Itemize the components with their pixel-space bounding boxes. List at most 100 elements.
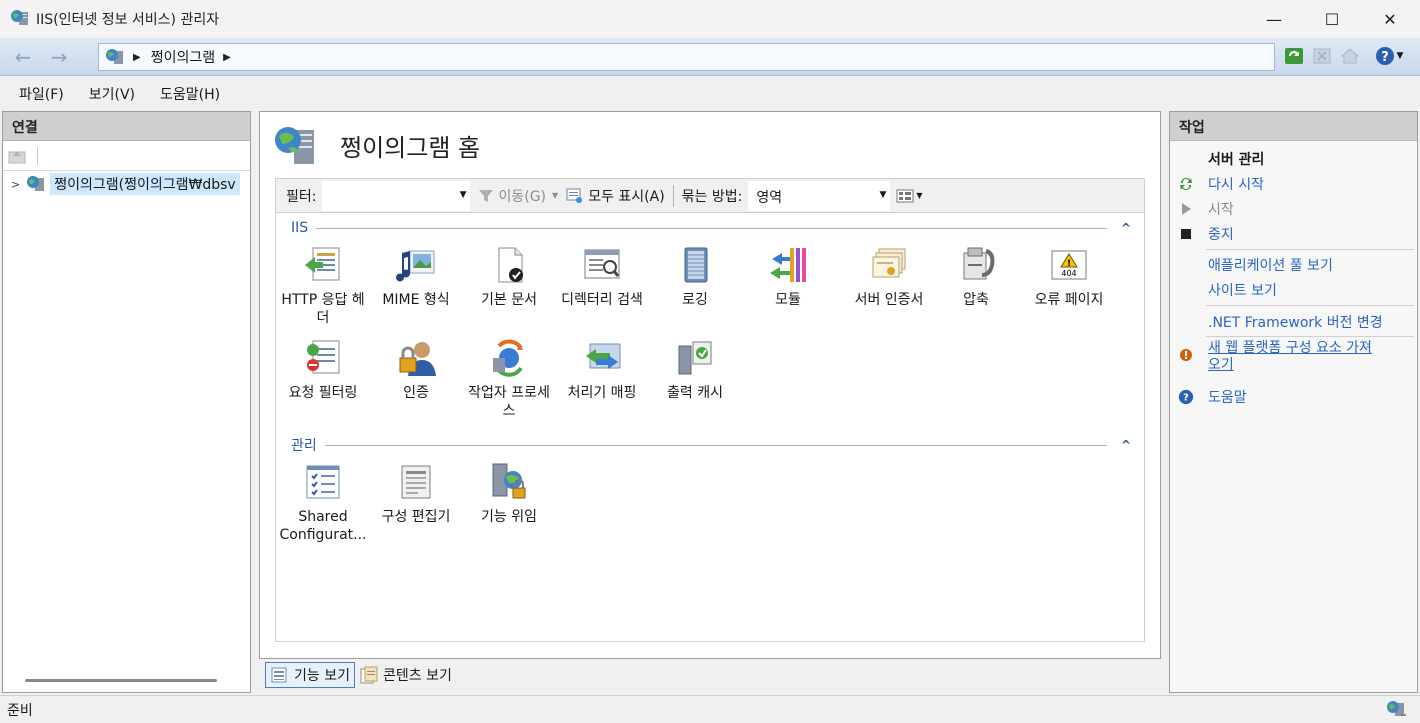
play-icon (1178, 201, 1194, 217)
status-text: 준비 (7, 702, 33, 719)
tab-features-view[interactable]: 기능 보기 (265, 662, 355, 688)
show-all-button[interactable]: 모두 표시(A) (566, 186, 665, 206)
action-label: 시작 (1208, 202, 1234, 218)
collapse-chevron-icon[interactable]: ^ (1121, 438, 1131, 452)
horizontal-scrollbar[interactable] (25, 679, 217, 682)
address-bar[interactable]: ▶ 쩡이의그램 ▶ (98, 43, 1275, 71)
svg-text:404: 404 (1061, 269, 1076, 278)
home-button[interactable] (1339, 45, 1361, 67)
menu-file[interactable]: 파일(F) (19, 84, 64, 104)
action-start[interactable]: 시작 (1178, 199, 1234, 219)
iis-app-icon (11, 10, 28, 25)
feature-http-response-headers[interactable]: HTTP 응답 헤더 (277, 245, 369, 327)
refresh-icon (1285, 48, 1303, 64)
up-folder-icon[interactable] (8, 148, 26, 164)
stop-square-icon (1178, 226, 1194, 242)
filter-label: 필터: (286, 188, 317, 205)
feature-mime-types[interactable]: MIME 형식 (370, 245, 462, 309)
feature-label: 처리기 매핑 (567, 385, 637, 401)
breadcrumb-server[interactable]: 쩡이의그램 (151, 47, 215, 67)
filter-input[interactable]: ▼ (322, 180, 471, 211)
tree-expand-chevron-icon[interactable]: > (11, 178, 20, 191)
chevron-down-icon: ▼ (916, 191, 923, 200)
http-headers-icon (305, 247, 340, 281)
breadcrumb-arrow-icon[interactable]: ▶ (223, 52, 231, 63)
back-button[interactable]: ← (8, 42, 38, 72)
help-icon: ? (1178, 389, 1194, 405)
show-all-label: 모두 표시(A) (588, 188, 665, 205)
feature-modules[interactable]: 모듈 (742, 245, 834, 309)
forward-button[interactable]: → (44, 42, 74, 72)
feature-server-certificates[interactable]: 서버 인증서 (843, 245, 935, 309)
feature-authentication[interactable]: 인증 (370, 338, 462, 402)
action-view-sites[interactable]: 사이트 보기 (1208, 280, 1277, 300)
menu-help[interactable]: 도움말(H) (160, 84, 220, 104)
section-name: 관리 (291, 438, 317, 454)
section-divider (324, 444, 1107, 446)
feature-logging[interactable]: 로깅 (649, 245, 741, 309)
chevron-down-icon[interactable]: ▼ (879, 190, 886, 200)
feature-configuration-editor[interactable]: 구성 편집기 (370, 462, 462, 526)
action-label-continued: 오기 (1208, 357, 1234, 373)
feature-label: Shared Configurat... (279, 509, 367, 543)
logging-icon (684, 247, 708, 283)
breadcrumb-arrow-icon[interactable]: ▶ (133, 52, 141, 63)
maximize-button[interactable]: ☐ (1303, 0, 1361, 38)
authentication-icon (399, 342, 436, 376)
svg-text:?: ? (1381, 50, 1389, 65)
modules-icon (770, 248, 806, 282)
feature-shared-configuration[interactable]: Shared Configurat... (277, 462, 369, 544)
action-get-web-platform[interactable]: 새 웹 플랫폼 구성 요소 가져 오기 (1178, 340, 1372, 374)
svg-text:!: ! (1067, 259, 1071, 269)
action-help[interactable]: ? 도움말 (1178, 387, 1247, 407)
section-iis-header[interactable]: IIS ^ (291, 218, 1131, 238)
group-by-select[interactable]: 영역 ▼ (748, 180, 891, 211)
go-button[interactable]: 이동(G) ▼ (478, 186, 558, 206)
directory-browsing-icon (584, 249, 620, 279)
status-bar: 준비 (0, 695, 1420, 723)
view-mode-button[interactable]: ▼ (896, 188, 923, 204)
feature-delegation[interactable]: 기능 위임 (463, 462, 555, 526)
action-change-net-version[interactable]: .NET Framework 버전 변경 (1208, 312, 1383, 332)
action-stop[interactable]: 중지 (1178, 224, 1234, 244)
feature-directory-browsing[interactable]: 디렉터리 검색 (556, 245, 648, 309)
request-filtering-icon (307, 340, 340, 374)
chevron-down-icon[interactable]: ▼ (460, 190, 467, 200)
close-button[interactable]: ✕ (1361, 0, 1419, 38)
tree-item-server[interactable]: > 쩡이의그램(쩡이의그램₩dbsv (11, 173, 249, 195)
handler-mappings-icon (586, 343, 621, 369)
configuration-editor-icon (401, 465, 431, 499)
feature-worker-processes[interactable]: 작업자 프로세스 (463, 338, 555, 420)
feature-compression[interactable]: 압축 (930, 245, 1022, 309)
tree-item-label[interactable]: 쩡이의그램(쩡이의그램₩dbsv (50, 173, 240, 195)
tab-content-view[interactable]: 콘텐츠 보기 (355, 662, 456, 688)
help-dropdown-button[interactable]: ? ▼ (1373, 45, 1405, 67)
mime-types-icon (396, 250, 435, 282)
feature-output-caching[interactable]: 출력 캐시 (649, 338, 741, 402)
toolbar-divider (37, 147, 38, 165)
stop-icon (1313, 48, 1331, 64)
action-restart[interactable]: 다시 시작 (1178, 174, 1264, 194)
feature-error-pages[interactable]: ! 404 오류 페이지 (1023, 245, 1115, 309)
server-globe-icon (27, 176, 45, 191)
svg-text:?: ? (1183, 393, 1189, 404)
connections-panel: 연결 > 쩡이의그램(쩡이의그램₩dbsv (2, 111, 251, 693)
refresh-button[interactable] (1283, 45, 1305, 67)
feature-label: 구성 편집기 (381, 509, 451, 525)
maximize-icon: ☐ (1324, 9, 1340, 29)
chevron-down-icon: ▼ (1396, 51, 1404, 61)
network-status-icon (1387, 701, 1406, 716)
action-label: .NET Framework 버전 변경 (1208, 315, 1383, 331)
stop-nav-button[interactable] (1311, 45, 1333, 67)
feature-request-filtering[interactable]: 요청 필터링 (277, 338, 369, 402)
actions-divider (1206, 249, 1414, 250)
action-view-app-pools[interactable]: 애플리케이션 풀 보기 (1208, 255, 1333, 275)
menu-view[interactable]: 보기(V) (89, 84, 135, 104)
section-management-header[interactable]: 관리 ^ (291, 435, 1131, 455)
feature-handler-mappings[interactable]: 처리기 매핑 (556, 338, 648, 402)
minimize-button[interactable]: — (1245, 0, 1303, 38)
feature-label: 모듈 (775, 292, 801, 308)
feature-default-document[interactable]: 기본 문서 (463, 245, 555, 309)
collapse-chevron-icon[interactable]: ^ (1121, 221, 1131, 235)
feature-label: 기능 위임 (481, 509, 537, 525)
